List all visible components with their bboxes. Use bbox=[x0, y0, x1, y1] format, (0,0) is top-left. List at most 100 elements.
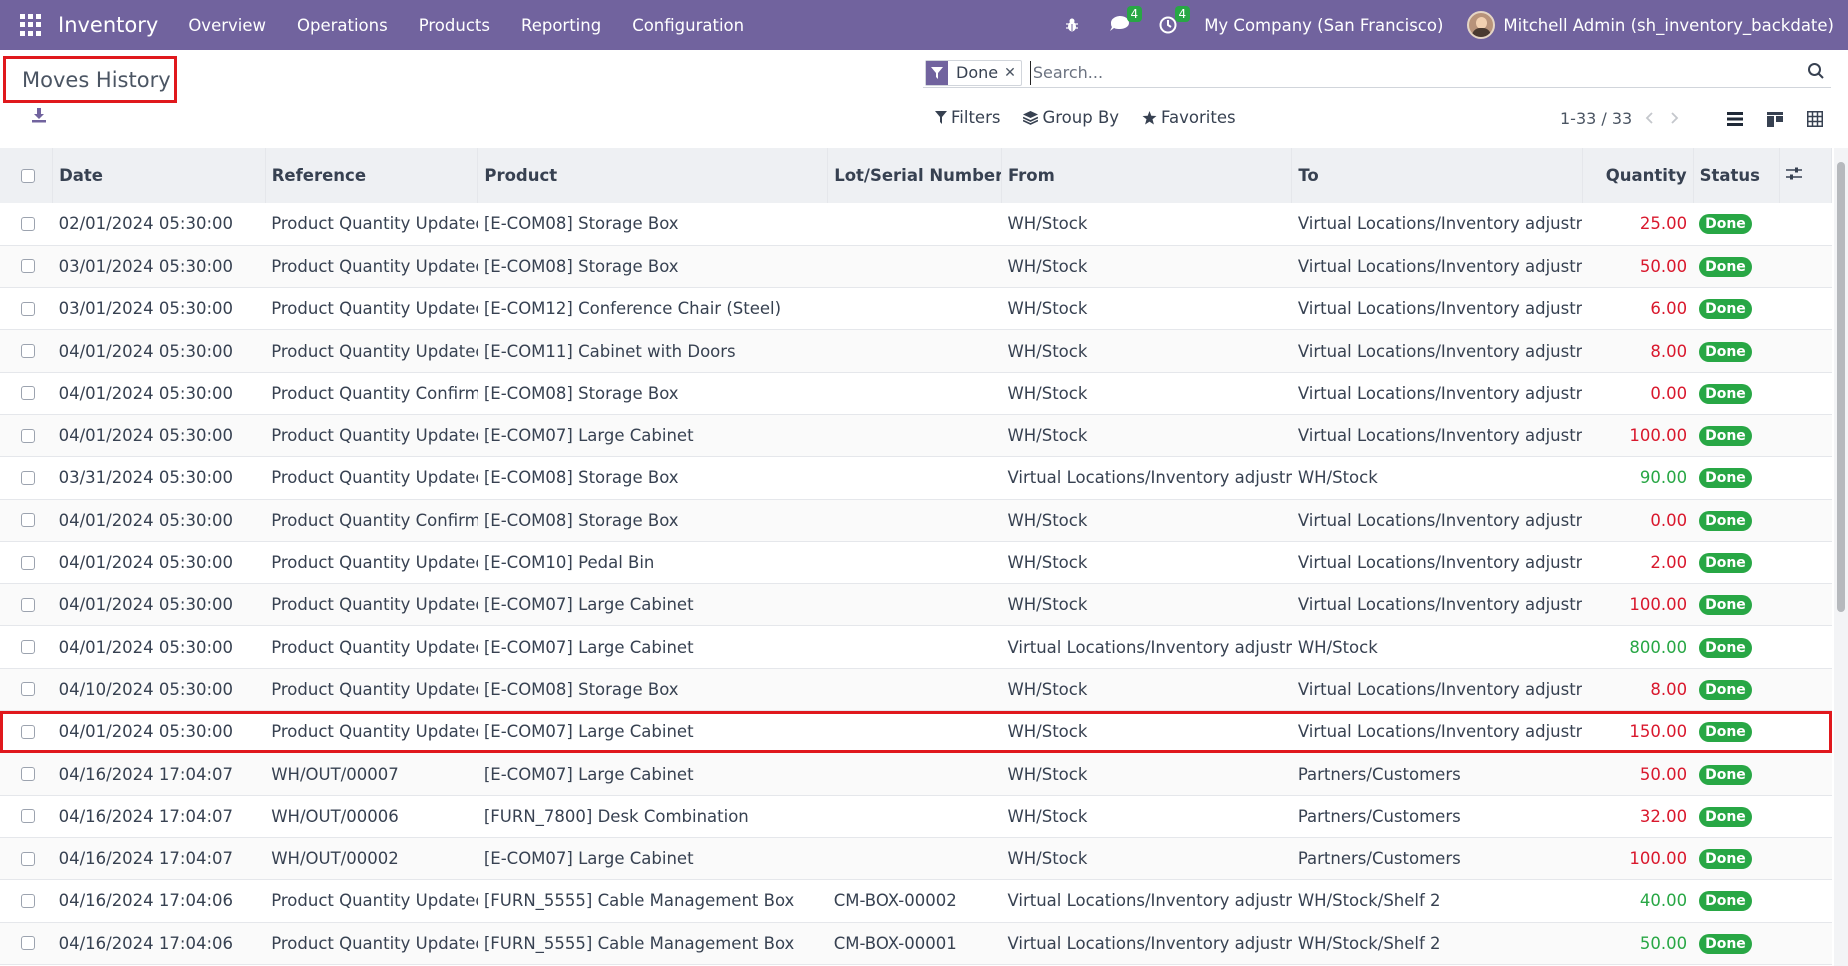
cell-status: Done bbox=[1693, 795, 1780, 837]
cell-spacer bbox=[1780, 922, 1832, 964]
table-row[interactable]: 04/01/2024 05:30:00 Product Quantity Conf… bbox=[0, 372, 1832, 415]
table-row[interactable]: 03/31/2024 05:30:00 Product Quantity Upda… bbox=[0, 456, 1832, 500]
company-switcher[interactable]: My Company (San Francisco) bbox=[1204, 16, 1443, 35]
pager-previous-icon[interactable] bbox=[1640, 108, 1658, 128]
kanban-view-icon[interactable] bbox=[1755, 105, 1795, 133]
pivot-view-icon[interactable] bbox=[1795, 105, 1835, 133]
cell-quantity: 8.00 bbox=[1650, 341, 1688, 361]
download-export-icon[interactable] bbox=[31, 107, 47, 123]
menu-overview[interactable]: Overview bbox=[188, 16, 266, 35]
favorites-dropdown[interactable]: Favorites bbox=[1142, 108, 1236, 127]
cell-quantity: 0.00 bbox=[1650, 383, 1688, 403]
row-checkbox[interactable] bbox=[21, 428, 35, 443]
cell-to: Virtual Locations/Inventory adjustment bbox=[1297, 341, 1582, 361]
table-row[interactable]: 04/01/2024 05:30:00 Product Quantity Upda… bbox=[0, 541, 1832, 584]
group-by-dropdown[interactable]: Group By bbox=[1023, 108, 1119, 127]
pager-value[interactable]: 1-33 / 33 bbox=[1560, 109, 1632, 128]
table-row[interactable]: 04/01/2024 05:30:00 Product Quantity Upda… bbox=[0, 710, 1832, 753]
cell-lot bbox=[828, 203, 1002, 245]
table-row[interactable]: 04/16/2024 17:04:07 WH/OUT/00002 [E-COM07]… bbox=[0, 837, 1832, 880]
menu-reporting[interactable]: Reporting bbox=[521, 16, 601, 35]
star-icon bbox=[1142, 110, 1157, 124]
column-header-from[interactable]: From bbox=[1001, 148, 1293, 203]
cell-date: 03/31/2024 05:30:00 bbox=[58, 468, 234, 488]
messages-chat-icon[interactable]: 4 bbox=[1108, 6, 1143, 37]
row-checkbox[interactable] bbox=[21, 893, 35, 908]
column-header-lot[interactable]: Lot/Serial Number bbox=[827, 148, 1002, 203]
cell-spacer bbox=[1780, 288, 1832, 330]
cell-spacer bbox=[1780, 541, 1832, 583]
cell-date: 04/16/2024 17:04:06 bbox=[58, 891, 234, 911]
app-brand[interactable]: Inventory bbox=[58, 13, 158, 37]
column-header-product[interactable]: Product bbox=[477, 148, 829, 203]
optional-columns-sliders-icon[interactable] bbox=[1786, 167, 1803, 181]
user-avatar[interactable] bbox=[1467, 11, 1496, 39]
activities-badge: 4 bbox=[1174, 6, 1191, 22]
column-header-to[interactable]: To bbox=[1291, 148, 1583, 203]
table-row[interactable]: 04/16/2024 17:04:06 Product Quantity Upda… bbox=[0, 879, 1832, 923]
column-header-date[interactable]: Date bbox=[52, 148, 266, 203]
row-checkbox[interactable] bbox=[21, 513, 35, 528]
row-checkbox[interactable] bbox=[21, 767, 35, 781]
row-checkbox[interactable] bbox=[21, 259, 35, 274]
row-select-cell bbox=[0, 372, 53, 414]
menu-operations[interactable]: Operations bbox=[297, 16, 388, 35]
row-checkbox[interactable] bbox=[21, 597, 35, 612]
cell-date: 04/01/2024 05:30:00 bbox=[58, 722, 234, 742]
row-checkbox[interactable] bbox=[21, 724, 35, 739]
table-row[interactable]: 04/01/2024 05:30:00 Product Quantity Conf… bbox=[0, 499, 1832, 542]
filters-dropdown[interactable]: Filters bbox=[935, 108, 1000, 127]
search-input[interactable] bbox=[1029, 60, 1810, 85]
activities-clock-icon[interactable]: 4 bbox=[1156, 6, 1191, 37]
row-checkbox[interactable] bbox=[21, 216, 35, 231]
vertical-scrollbar[interactable] bbox=[1834, 148, 1848, 966]
table-row[interactable]: 04/01/2024 05:30:00 Product Quantity Upda… bbox=[0, 625, 1832, 669]
table-row[interactable]: 03/01/2024 05:30:00 Product Quantity Upda… bbox=[0, 245, 1832, 288]
cell-to: WH/Stock bbox=[1297, 468, 1378, 488]
row-checkbox[interactable] bbox=[21, 344, 35, 359]
cell-status: Done bbox=[1693, 711, 1780, 753]
cell-reference: Product Quantity Updated bbox=[271, 933, 478, 953]
row-checkbox[interactable] bbox=[21, 851, 35, 866]
table-row[interactable]: 04/16/2024 17:04:07 WH/OUT/00007 [E-COM07]… bbox=[0, 752, 1832, 796]
row-checkbox[interactable] bbox=[21, 809, 35, 824]
table-row[interactable]: 04/16/2024 17:04:07 WH/OUT/00006 [FURN_780… bbox=[0, 795, 1832, 838]
select-all-checkbox[interactable] bbox=[21, 168, 35, 183]
table-row[interactable]: 04/10/2024 05:30:00 Product Quantity Upda… bbox=[0, 668, 1832, 711]
cell-to: Partners/Customers bbox=[1297, 764, 1461, 784]
list-view-icon[interactable] bbox=[1715, 105, 1755, 133]
column-header-reference[interactable]: Reference bbox=[265, 148, 479, 203]
pager-next-icon[interactable] bbox=[1666, 108, 1684, 128]
search-icon[interactable] bbox=[1807, 62, 1827, 82]
cell-lot bbox=[828, 499, 1002, 541]
row-select-cell bbox=[0, 584, 53, 626]
table-row[interactable]: 02/01/2024 05:30:00 Product Quantity Upda… bbox=[0, 203, 1832, 246]
column-header-quantity[interactable]: Quantity bbox=[1582, 148, 1694, 203]
scrollbar-thumb[interactable] bbox=[1837, 162, 1845, 612]
cell-spacer bbox=[1780, 795, 1832, 837]
row-checkbox[interactable] bbox=[21, 555, 35, 570]
table-row[interactable]: 04/16/2024 17:04:06 Product Quantity Upda… bbox=[0, 922, 1832, 965]
cell-spacer bbox=[1780, 457, 1832, 499]
table-row[interactable]: 04/01/2024 05:30:00 Product Quantity Upda… bbox=[0, 414, 1832, 457]
table-row[interactable]: 04/01/2024 05:30:00 Product Quantity Upda… bbox=[0, 583, 1832, 626]
row-checkbox[interactable] bbox=[21, 682, 35, 697]
table-row[interactable]: 04/01/2024 05:30:00 Product Quantity Upda… bbox=[0, 329, 1832, 373]
debug-bug-icon[interactable] bbox=[1060, 13, 1084, 37]
status-badge: Done bbox=[1699, 341, 1752, 362]
table-row[interactable]: 03/01/2024 05:30:00 Product Quantity Upda… bbox=[0, 287, 1832, 330]
facet-remove-icon[interactable]: ✕ bbox=[1004, 65, 1021, 81]
menu-products[interactable]: Products bbox=[419, 16, 490, 35]
row-checkbox[interactable] bbox=[21, 301, 35, 316]
menu-configuration[interactable]: Configuration bbox=[632, 16, 744, 35]
cell-quantity: 100.00 bbox=[1629, 595, 1688, 615]
column-header-status[interactable]: Status bbox=[1693, 148, 1781, 203]
cell-to: Virtual Locations/Inventory adjustment bbox=[1297, 553, 1582, 573]
status-badge: Done bbox=[1699, 764, 1752, 785]
row-checkbox[interactable] bbox=[21, 470, 35, 485]
row-checkbox[interactable] bbox=[21, 386, 35, 401]
row-checkbox[interactable] bbox=[21, 640, 35, 655]
row-checkbox[interactable] bbox=[21, 936, 35, 951]
apps-menu-icon[interactable] bbox=[20, 14, 42, 36]
user-menu[interactable]: Mitchell Admin (sh_inventory_backdate) bbox=[1503, 16, 1834, 35]
